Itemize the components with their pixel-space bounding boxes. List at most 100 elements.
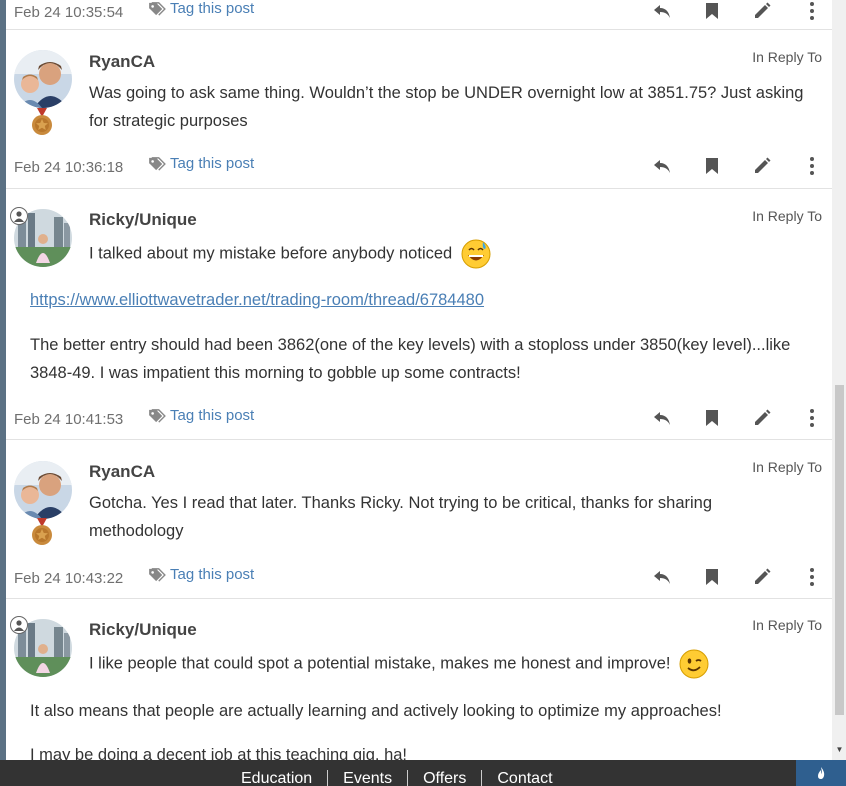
bookmark-button[interactable] [702, 1, 722, 21]
in-reply-to-link[interactable]: In Reply To [752, 459, 822, 475]
edit-button[interactable] [752, 156, 772, 176]
flame-button[interactable] [796, 760, 846, 786]
user-icon [14, 211, 24, 222]
comment-post: Ricky/Unique In Reply To I talked about … [6, 189, 832, 439]
comment-post: Ricky/Unique In Reply To I like people t… [6, 599, 832, 760]
more-options-button[interactable] [802, 156, 822, 176]
reply-button[interactable] [652, 1, 672, 21]
more-options-button[interactable] [802, 408, 822, 428]
tag-post-link[interactable]: Tag this post [148, 155, 254, 172]
reply-button[interactable] [652, 567, 672, 587]
tag-post-link[interactable]: Tag this post [148, 407, 254, 424]
pencil-icon [755, 409, 771, 425]
avatar[interactable] [14, 461, 72, 519]
in-reply-to-link[interactable]: In Reply To [752, 208, 822, 224]
flame-icon [818, 767, 825, 779]
comment-feed: Feb 24 10:35:54 Tag this post RyanCA In … [6, 0, 832, 760]
bookmark-button[interactable] [702, 567, 722, 587]
vertical-scrollbar[interactable]: ▼ [832, 0, 846, 760]
bookmark-button[interactable] [702, 408, 722, 428]
more-vertical-icon [810, 409, 814, 427]
bookmark-icon [706, 410, 718, 426]
edit-button[interactable] [752, 1, 772, 21]
tag-icon [149, 408, 166, 423]
avatar[interactable] [14, 50, 72, 108]
post-body-text: I talked about my mistake before anybody… [89, 244, 453, 263]
more-options-button[interactable] [802, 1, 822, 21]
winking-face-emoji [679, 649, 709, 679]
tag-post-link[interactable]: Tag this post [148, 566, 254, 583]
edit-button[interactable] [752, 408, 772, 428]
grinning-sweat-emoji [461, 239, 491, 269]
post-meta-row: Feb 24 10:36:18 Tag this post [6, 151, 832, 181]
more-vertical-icon [810, 157, 814, 175]
tag-post-label: Tag this post [170, 0, 255, 17]
post-timestamp: Feb 24 10:35:54 [14, 4, 124, 21]
post-body: Was going to ask same thing. Wouldn’t th… [89, 84, 804, 130]
reply-icon [654, 571, 670, 584]
edit-button[interactable] [752, 567, 772, 587]
post-body: Gotcha. Yes I read that later. Thanks Ri… [89, 494, 713, 540]
tag-post-link[interactable]: Tag this post [148, 0, 254, 17]
footer-link-contact[interactable]: Contact [482, 770, 567, 786]
reply-button[interactable] [652, 156, 672, 176]
avatar-photo [14, 50, 72, 108]
post-timestamp: Feb 24 10:41:53 [14, 411, 124, 428]
post-actions [652, 0, 822, 26]
more-options-button[interactable] [802, 567, 822, 587]
avatar-photo [14, 461, 72, 519]
user-icon [14, 620, 24, 631]
tag-post-label: Tag this post [170, 155, 255, 172]
scroll-down-arrow-icon[interactable]: ▼ [835, 745, 844, 755]
bookmark-icon [706, 3, 718, 19]
bookmark-icon [706, 569, 718, 585]
post-body: I talked about my mistake before anybody… [89, 239, 809, 269]
username[interactable]: RyanCA [89, 462, 155, 482]
post-actions [652, 403, 822, 433]
post-body: The better entry should had been 3862(on… [30, 336, 791, 382]
scrollbar-thumb[interactable] [835, 385, 844, 715]
post-actions [652, 562, 822, 592]
reply-icon [654, 412, 670, 425]
footer-nav: Education Events Offers Contact [226, 770, 568, 786]
post-body: It also means that people are actually l… [30, 702, 722, 720]
medal-icon [32, 518, 52, 545]
username[interactable]: RyanCA [89, 52, 155, 72]
thread-link[interactable]: https://www.elliottwavetrader.net/tradin… [30, 291, 484, 309]
reply-icon [654, 160, 670, 173]
username[interactable]: Ricky/Unique [89, 210, 197, 230]
post-link-line: https://www.elliottwavetrader.net/tradin… [30, 286, 820, 314]
comment-post: RyanCA In Reply To Was going to ask same… [6, 30, 832, 188]
post-meta-row: Feb 24 10:41:53 Tag this post [6, 403, 832, 433]
footer-link-events[interactable]: Events [328, 770, 409, 786]
footer-bar: Education Events Offers Contact [0, 760, 846, 786]
more-vertical-icon [810, 568, 814, 586]
user-badge [10, 616, 28, 634]
reply-button[interactable] [652, 408, 672, 428]
comment-post: RyanCA In Reply To Gotcha. Yes I read th… [6, 440, 832, 598]
post-timestamp: Feb 24 10:43:22 [14, 570, 124, 587]
in-reply-to-link[interactable]: In Reply To [752, 617, 822, 633]
tag-icon [149, 1, 166, 16]
post-meta-row: Feb 24 10:43:22 Tag this post [6, 562, 832, 592]
tag-post-label: Tag this post [170, 407, 255, 424]
post-meta-row: Feb 24 10:35:54 Tag this post [6, 0, 832, 26]
bookmark-button[interactable] [702, 156, 722, 176]
tag-post-label: Tag this post [170, 566, 255, 583]
user-badge [10, 207, 28, 225]
footer-link-offers[interactable]: Offers [408, 770, 483, 786]
pencil-icon [755, 157, 771, 173]
post-body: I may be doing a decent job at this teac… [30, 746, 408, 760]
in-reply-to-link[interactable]: In Reply To [752, 49, 822, 65]
pencil-icon [755, 568, 771, 584]
footer-link-education[interactable]: Education [226, 770, 329, 786]
post-actions [652, 151, 822, 181]
more-vertical-icon [810, 2, 814, 20]
post-body-text: I like people that could spot a potentia… [89, 654, 671, 673]
reply-icon [654, 5, 670, 18]
username[interactable]: Ricky/Unique [89, 620, 197, 640]
tag-icon [149, 567, 166, 582]
post-timestamp: Feb 24 10:36:18 [14, 159, 124, 176]
medal-icon [32, 108, 52, 135]
bookmark-icon [706, 158, 718, 174]
